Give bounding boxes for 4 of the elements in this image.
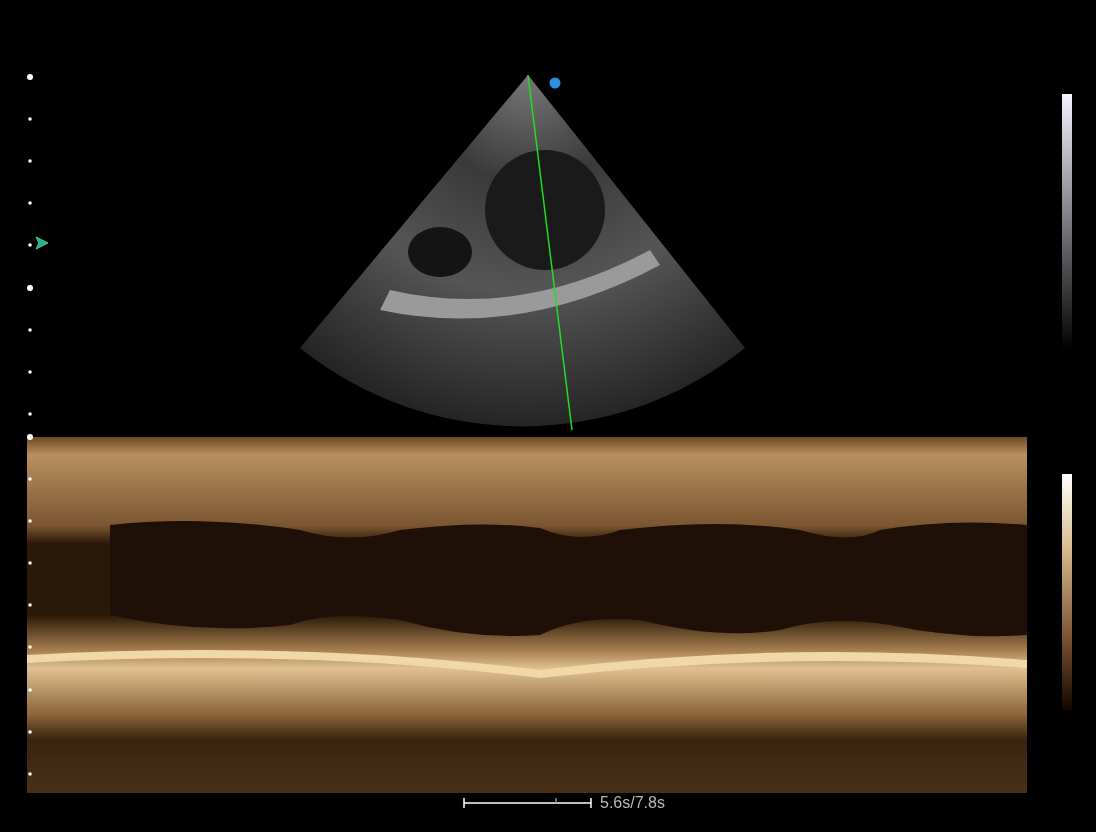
probe-marker-dot	[549, 77, 561, 89]
time-scale-label: 5.6s/7.8s	[600, 794, 665, 812]
cursor-line[interactable]	[527, 74, 573, 431]
focus-arrow-icon[interactable]	[35, 236, 49, 250]
